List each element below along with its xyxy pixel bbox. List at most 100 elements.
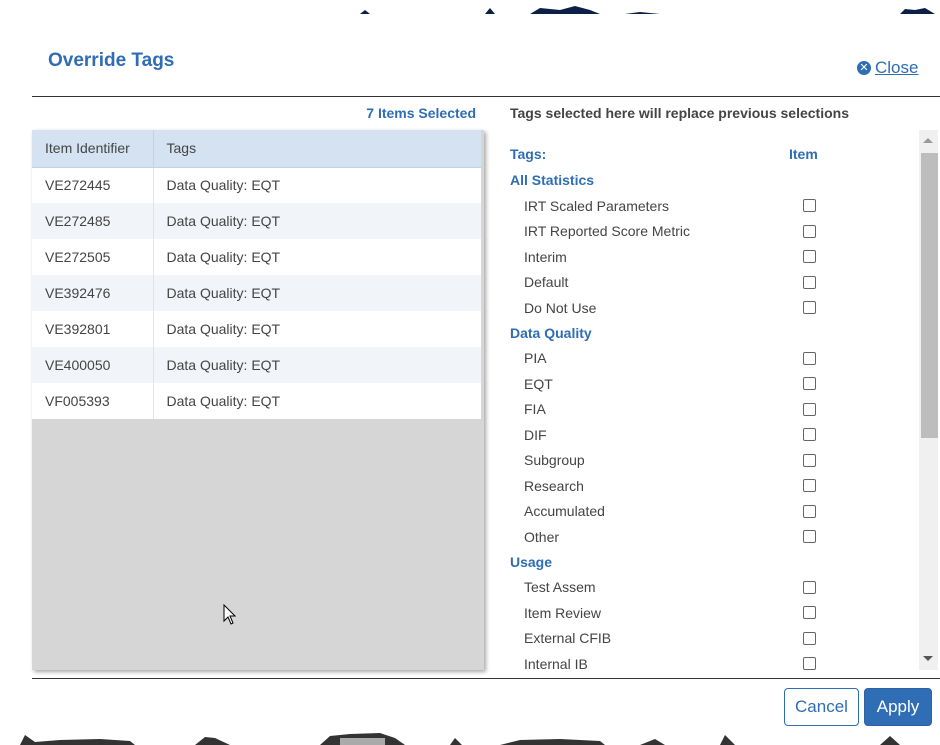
tag-item-checkbox[interactable]	[803, 428, 816, 442]
item-column-header: Item	[789, 146, 818, 162]
tag-list: All Statistics IRT Scaled Parameters IRT R…	[510, 168, 910, 670]
table-row[interactable]: VE400050 Data Quality: EQT	[32, 347, 481, 383]
tag-item-checkbox[interactable]	[803, 479, 816, 493]
tags-cell: Data Quality: EQT	[153, 311, 481, 347]
tag-row: PIA	[510, 346, 910, 372]
tag-label: External CFIB	[524, 630, 612, 647]
selected-items-table: Item Identifier Tags VE272445 Data Qualit…	[32, 130, 481, 419]
tag-label: Item Review	[524, 604, 602, 621]
scroll-up-arrow-icon[interactable]	[923, 138, 933, 143]
tag-row: Interim	[510, 244, 910, 270]
tag-row: EQT	[510, 371, 910, 397]
tag-row: Accumulated	[510, 499, 910, 525]
table-row[interactable]: VE272485 Data Quality: EQT	[32, 203, 481, 239]
tag-label: EQT	[524, 375, 553, 392]
tags-scrollbar[interactable]	[919, 130, 938, 670]
item-identifier-cell: VE392476	[32, 275, 154, 311]
cancel-button[interactable]: Cancel	[784, 688, 859, 726]
background-artifact-bottom	[20, 733, 900, 745]
tag-item-checkbox[interactable]	[803, 504, 816, 518]
tag-item-checkbox[interactable]	[803, 530, 816, 544]
tag-row: Do Not Use	[510, 295, 910, 321]
tag-row: DIF	[510, 422, 910, 448]
tag-group-header: All Statistics	[510, 172, 595, 188]
tag-label: Accumulated	[524, 503, 605, 520]
items-selected-count: 7 Items Selected	[366, 105, 476, 121]
close-label: Close	[875, 58, 919, 77]
selected-items-table-panel: Item Identifier Tags VE272445 Data Qualit…	[32, 130, 484, 670]
tag-label: PIA	[524, 350, 547, 367]
tag-row: FIA	[510, 397, 910, 423]
tag-label: IRT Scaled Parameters	[524, 197, 669, 214]
background-artifact-top	[360, 6, 935, 14]
tag-row: Other	[510, 524, 910, 550]
table-row[interactable]: VE272505 Data Quality: EQT	[32, 239, 481, 275]
tag-label: Subgroup	[524, 452, 585, 469]
tag-item-checkbox[interactable]	[803, 301, 816, 315]
replace-note: Tags selected here will replace previous…	[510, 105, 850, 121]
tag-label: FIA	[524, 401, 546, 418]
item-identifier-cell: VE272485	[32, 203, 154, 239]
tag-row: Item Review	[510, 600, 910, 626]
item-identifier-cell: VE272505	[32, 239, 154, 275]
tags-cell: Data Quality: EQT	[153, 275, 481, 311]
footer-divider	[32, 678, 940, 679]
tag-group-header: Usage	[510, 553, 553, 570]
scroll-thumb[interactable]	[921, 153, 938, 438]
tag-row: Test Assem	[510, 575, 910, 601]
tag-label: Interim	[524, 248, 567, 265]
column-header-item-identifier[interactable]: Item Identifier	[32, 130, 154, 168]
scroll-down-arrow-icon[interactable]	[923, 656, 933, 661]
item-identifier-cell: VF005393	[32, 383, 154, 419]
tag-item-checkbox[interactable]	[803, 250, 816, 264]
tag-group-header: Data Quality	[510, 324, 592, 341]
tag-label: Default	[524, 274, 569, 291]
table-header-row: Item Identifier Tags	[32, 130, 481, 168]
tag-item-checkbox[interactable]	[803, 199, 816, 213]
table-row[interactable]: VE392476 Data Quality: EQT	[32, 275, 481, 311]
tag-item-checkbox[interactable]	[803, 224, 816, 238]
tag-row: IRT Scaled Parameters	[510, 193, 910, 219]
tag-label: Internal IB	[524, 655, 588, 670]
tags-column-header: Tags:	[510, 146, 547, 162]
tag-row: External CFIB	[510, 626, 910, 652]
table-row[interactable]: VE272445 Data Quality: EQT	[32, 167, 481, 203]
tag-item-checkbox[interactable]	[803, 631, 816, 645]
tag-row: Subgroup	[510, 448, 910, 474]
header-divider	[32, 96, 940, 97]
tags-cell: Data Quality: EQT	[153, 167, 481, 203]
column-header-tags[interactable]: Tags	[153, 130, 481, 168]
item-identifier-cell: VE272445	[32, 167, 154, 203]
tag-label: Other	[524, 528, 560, 545]
tags-cell: Data Quality: EQT	[153, 203, 481, 239]
tag-row: IRT Reported Score Metric	[510, 219, 910, 245]
tag-item-checkbox[interactable]	[803, 657, 816, 670]
tag-label: Do Not Use	[524, 299, 597, 316]
close-button[interactable]: ✕ Close	[857, 58, 918, 78]
tag-label: IRT Reported Score Metric	[524, 223, 690, 240]
tags-cell: Data Quality: EQT	[153, 347, 481, 383]
override-tags-dialog: Override Tags ✕ Close 7 Items Selected T…	[0, 0, 940, 745]
item-identifier-cell: VE400050	[32, 347, 154, 383]
tags-panel: Tags: Item All Statistics IRT Scaled Para…	[500, 130, 938, 670]
tag-label: DIF	[524, 426, 547, 443]
tag-item-checkbox[interactable]	[803, 351, 816, 365]
tag-item-checkbox[interactable]	[803, 453, 816, 467]
table-row[interactable]: VE392801 Data Quality: EQT	[32, 311, 481, 347]
tag-row: Internal IB	[510, 651, 910, 670]
table-row[interactable]: VF005393 Data Quality: EQT	[32, 383, 481, 419]
tag-item-checkbox[interactable]	[803, 606, 816, 620]
tag-item-checkbox[interactable]	[803, 377, 816, 391]
dialog-title: Override Tags	[48, 50, 175, 71]
tags-cell: Data Quality: EQT	[153, 239, 481, 275]
tag-label: Test Assem	[524, 579, 596, 596]
apply-button[interactable]: Apply	[864, 688, 932, 726]
tag-row: Default	[510, 270, 910, 296]
tag-label: Research	[524, 477, 584, 494]
close-circle-icon: ✕	[857, 61, 871, 75]
tag-item-checkbox[interactable]	[803, 580, 816, 594]
tag-item-checkbox[interactable]	[803, 402, 816, 416]
tag-item-checkbox[interactable]	[803, 275, 816, 289]
item-identifier-cell: VE392801	[32, 311, 154, 347]
tags-cell: Data Quality: EQT	[153, 383, 481, 419]
